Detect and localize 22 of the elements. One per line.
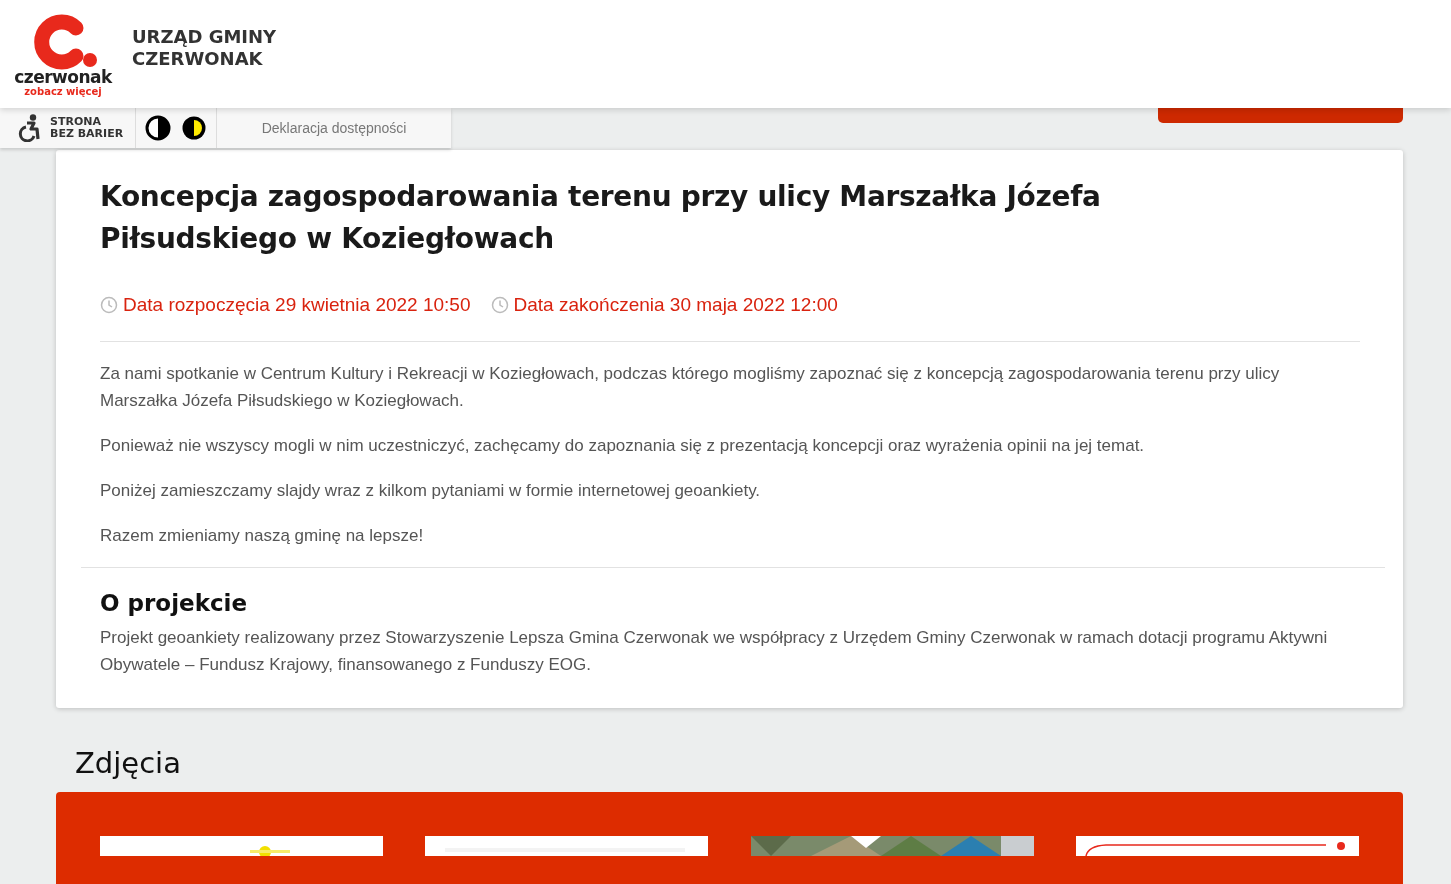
accessibility-label: STRONA <box>50 116 102 128</box>
site-title: CZERWONAK <box>132 48 264 70</box>
accessibility-declaration-link[interactable]: Deklaracja dostępności <box>217 108 451 148</box>
paragraph: Razem zmieniamy naszą gminę na lepsze! <box>100 525 425 547</box>
site-title: URZĄD GMINY <box>132 26 277 48</box>
paragraph: Za nami spotkanie w Centrum Kultury i Rekreacji w Koziegłowach, podczas którego mogliśmy zapoznać się z koncepcją zagospodarowania terenu przy ulicy Marszałka Józefa Piłsudskiego w Koziegłowach. <box>100 363 1281 412</box>
paragraph: Poniżej zamieszczamy slajdy wraz z kilkom pytaniami w formie internetowej geoankiety. <box>100 480 762 502</box>
date-text: Data zakończenia 30 maja 2022 12:00 <box>513 294 838 316</box>
photos-heading: Zdjęcia <box>75 746 182 780</box>
logo-tagline: zobacz więcej <box>24 86 102 98</box>
paragraph: Ponieważ nie wszyscy mogli w nim uczestniczyć, zachęcamy do zapoznania się z prezentacją koncepcji oraz wyrażenia opinii na jej temat. <box>100 435 1146 457</box>
clock-icon <box>490 296 509 314</box>
contrast-icon <box>145 115 172 141</box>
logo-wordmark: czerwonak <box>14 68 112 86</box>
half-circle-contrast-icon <box>181 115 208 141</box>
accessibility-label: BEZ BARIER <box>50 128 124 140</box>
clock-icon <box>100 296 118 314</box>
section-heading: O projekcie <box>100 590 249 616</box>
article-title: Koncepcja zagospodarowania terenu przy ulicy Marszałka Józefa Piłsudskiego w Koziegłowach <box>100 179 1102 257</box>
date-text: Data rozpoczęcia 29 kwietnia 2022 10:50 <box>123 294 471 316</box>
wheelchair-icon <box>18 114 42 142</box>
paragraph: Projekt geoankiety realizowany przez Stowarzyszenie Lepsza Gmina Czerwonak we współpracy z Urzędem Gminy Czerwonak w ramach dotacji programu Aktywni Obywatele – Fundusz Krajowy, finansowanego z Funduszy EOG. <box>100 627 1329 676</box>
